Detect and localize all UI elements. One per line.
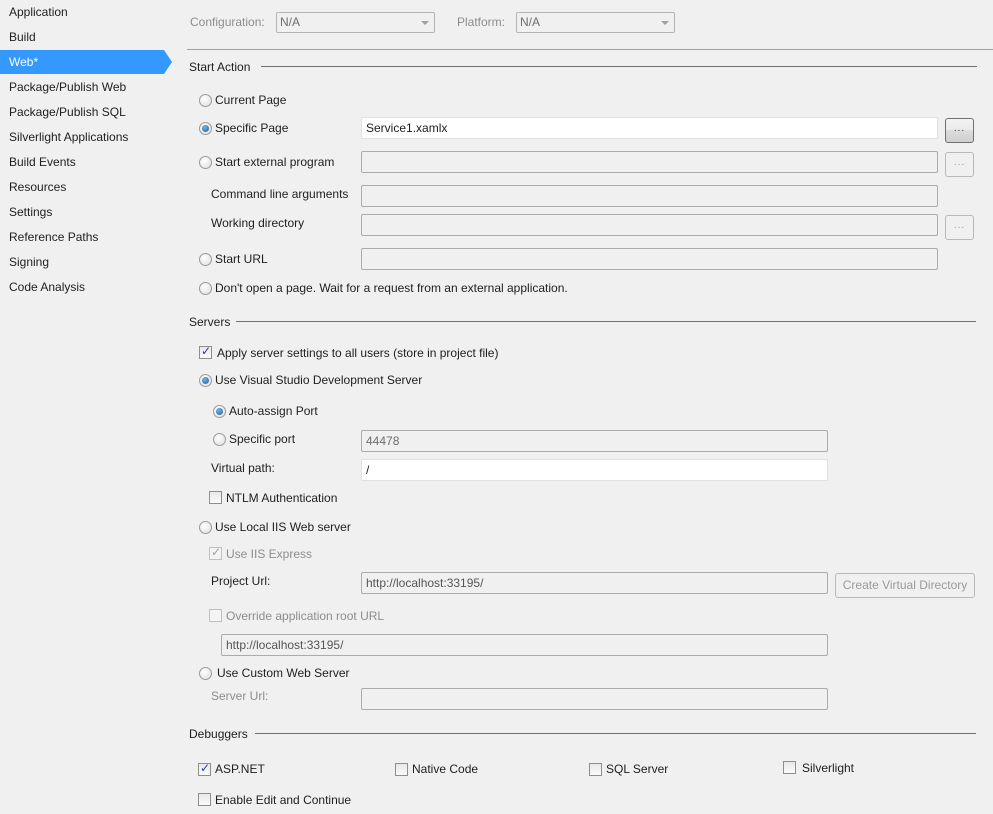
native-code-debugger-checkbox[interactable] xyxy=(395,763,408,776)
ntlm-auth-label[interactable]: NTLM Authentication xyxy=(226,491,337,505)
override-root-url-label[interactable]: Override application root URL xyxy=(226,609,384,623)
browse-page-button[interactable]: ... xyxy=(945,118,974,143)
divider xyxy=(187,49,993,50)
server-url-label: Server Url: xyxy=(211,689,269,703)
custom-web-server-radio[interactable] xyxy=(199,667,212,680)
vs-dev-server-radio[interactable] xyxy=(199,374,212,387)
sidebar-item-signing[interactable]: Signing xyxy=(0,250,172,274)
local-iis-radio[interactable] xyxy=(199,521,212,534)
project-url-label: Project Url: xyxy=(211,574,271,588)
configuration-label: Configuration: xyxy=(190,15,265,29)
chevron-down-icon xyxy=(421,21,429,25)
custom-web-server-label[interactable]: Use Custom Web Server xyxy=(217,666,350,680)
edit-and-continue-label[interactable]: Enable Edit and Continue xyxy=(215,793,351,807)
current-page-radio[interactable] xyxy=(199,94,212,107)
override-root-url-input[interactable]: http://localhost:33195/ xyxy=(221,634,828,656)
working-directory-label: Working directory xyxy=(211,216,305,230)
virtual-path-label: Virtual path: xyxy=(211,461,275,475)
start-external-program-label[interactable]: Start external program xyxy=(215,155,334,169)
platform-value: N/A xyxy=(520,15,541,29)
sidebar-item-package-publish-sql[interactable]: Package/Publish SQL xyxy=(0,100,172,124)
specific-port-input[interactable]: 44478 xyxy=(361,430,828,452)
command-line-arguments-input[interactable] xyxy=(361,185,938,207)
start-url-radio[interactable] xyxy=(199,253,212,266)
local-iis-label[interactable]: Use Local IIS Web server xyxy=(215,520,351,534)
dont-open-page-radio[interactable] xyxy=(199,282,212,295)
current-page-label[interactable]: Current Page xyxy=(215,93,286,107)
sidebar-item-resources[interactable]: Resources xyxy=(0,175,172,199)
section-divider xyxy=(236,321,976,322)
section-divider xyxy=(261,66,977,67)
auto-assign-port-label[interactable]: Auto-assign Port xyxy=(229,404,318,418)
start-action-heading: Start Action xyxy=(189,60,251,74)
command-line-arguments-label: Command line arguments xyxy=(211,187,349,201)
chevron-down-icon xyxy=(661,21,669,25)
sidebar-item-web[interactable]: Web* xyxy=(0,50,172,74)
sidebar-item-package-publish-web[interactable]: Package/Publish Web xyxy=(0,75,172,99)
ntlm-auth-checkbox[interactable] xyxy=(209,491,222,504)
sidebar-item-reference-paths[interactable]: Reference Paths xyxy=(0,225,172,249)
native-code-debugger-label[interactable]: Native Code xyxy=(412,762,478,776)
use-iis-express-checkbox[interactable] xyxy=(209,545,222,560)
project-url-input[interactable]: http://localhost:33195/ xyxy=(361,572,828,594)
silverlight-debugger-label[interactable]: Silverlight xyxy=(802,761,854,775)
server-url-input[interactable] xyxy=(361,688,828,710)
specific-page-label[interactable]: Specific Page xyxy=(215,121,288,135)
sql-server-debugger-label[interactable]: SQL Server xyxy=(606,762,668,776)
working-directory-input[interactable] xyxy=(361,214,938,236)
create-virtual-directory-button[interactable]: Create Virtual Directory xyxy=(835,573,975,598)
configuration-value: N/A xyxy=(280,15,301,29)
servers-heading: Servers xyxy=(189,315,231,329)
silverlight-debugger-checkbox[interactable] xyxy=(783,761,796,774)
sidebar-item-build-events[interactable]: Build Events xyxy=(0,150,172,174)
sidebar-item-application[interactable]: Application xyxy=(0,0,172,24)
specific-page-input[interactable]: Service1.xamlx xyxy=(361,117,938,139)
start-url-input[interactable] xyxy=(361,248,938,270)
apply-all-users-label[interactable]: Apply server settings to all users (stor… xyxy=(217,346,498,360)
selection-arrow-icon xyxy=(164,50,172,74)
override-root-url-checkbox[interactable] xyxy=(209,609,222,622)
browse-directory-button[interactable]: ... xyxy=(945,215,974,240)
sidebar-item-silverlight-applications[interactable]: Silverlight Applications xyxy=(0,125,172,149)
apply-all-users-checkbox[interactable] xyxy=(199,344,212,359)
specific-port-radio[interactable] xyxy=(213,433,226,446)
sql-server-debugger-checkbox[interactable] xyxy=(589,763,602,776)
vs-dev-server-label[interactable]: Use Visual Studio Development Server xyxy=(215,373,422,387)
specific-port-label[interactable]: Specific port xyxy=(229,432,295,446)
dont-open-page-label[interactable]: Don't open a page. Wait for a request fr… xyxy=(215,281,568,295)
auto-assign-port-radio[interactable] xyxy=(213,405,226,418)
aspnet-debugger-checkbox[interactable] xyxy=(198,761,211,776)
section-divider xyxy=(255,733,976,734)
sidebar-item-label: Web* xyxy=(9,55,39,69)
edit-and-continue-checkbox[interactable] xyxy=(198,793,211,806)
external-program-input[interactable] xyxy=(361,151,938,173)
start-url-label[interactable]: Start URL xyxy=(215,252,268,266)
start-external-program-radio[interactable] xyxy=(199,156,212,169)
specific-page-radio[interactable] xyxy=(199,122,212,135)
use-iis-express-label[interactable]: Use IIS Express xyxy=(226,547,312,561)
sidebar-item-build[interactable]: Build xyxy=(0,25,172,49)
debuggers-heading: Debuggers xyxy=(189,727,248,741)
aspnet-debugger-label[interactable]: ASP.NET xyxy=(215,762,265,776)
virtual-path-input[interactable]: / xyxy=(361,459,828,481)
sidebar-item-settings[interactable]: Settings xyxy=(0,200,172,224)
platform-select[interactable]: N/A xyxy=(516,12,675,33)
browse-program-button[interactable]: ... xyxy=(945,152,974,177)
platform-label: Platform: xyxy=(457,15,506,29)
configuration-select[interactable]: N/A xyxy=(276,12,435,33)
sidebar-item-code-analysis[interactable]: Code Analysis xyxy=(0,275,172,299)
